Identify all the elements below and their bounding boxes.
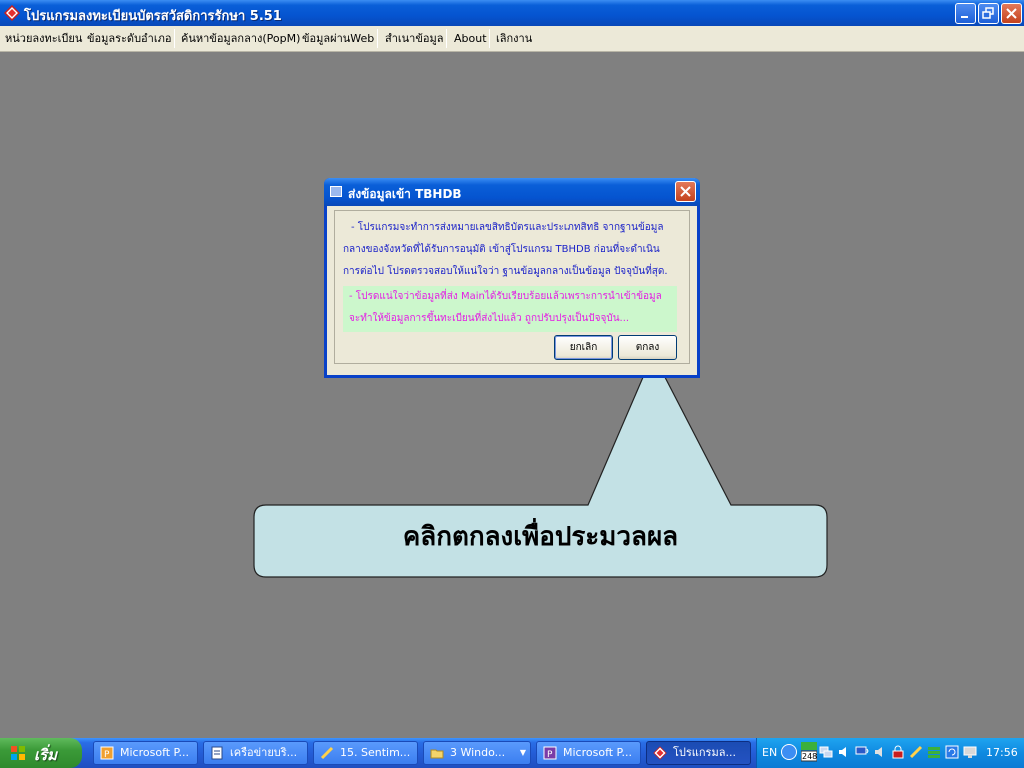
svg-text:P: P — [104, 750, 110, 760]
word-icon — [320, 746, 334, 760]
message-line: กลางของจังหวัดที่ได้รับการอนุมัติ เข้าสู… — [343, 244, 660, 255]
folder-icon — [430, 749, 444, 759]
minimize-button[interactable] — [955, 3, 976, 24]
form-icon — [330, 186, 342, 197]
warning-line: จะทำให้ข้อมูลการขึ้นทะเบียนที่ส่งไปแล้ว … — [349, 313, 630, 324]
dialog-warning: - โปรดแน่ใจว่าข้อมูลที่ส่ง Mainได้รับเรี… — [343, 286, 677, 332]
menu-registration-unit[interactable]: หน่วยลงทะเบียน — [5, 26, 82, 51]
cancel-button[interactable]: ยกเลิก — [554, 335, 613, 360]
monitor-icon[interactable] — [855, 745, 869, 759]
taskbar-item-registration-app[interactable]: โปรแกรมล... — [646, 741, 751, 765]
dialog-panel: - โปรแกรมจะทำการส่งหมายเลขสิทธิบัตรและปร… — [334, 210, 690, 364]
menu-separator — [377, 29, 378, 48]
callout-bubble — [253, 352, 828, 578]
taskbar-item-powerpoint-1[interactable]: P Microsoft P... — [93, 741, 198, 765]
powerpoint-icon: P — [543, 746, 557, 760]
chevron-down-icon: ▼ — [519, 748, 526, 757]
app-icon — [653, 746, 667, 760]
stack-icon[interactable] — [927, 745, 941, 759]
close-button[interactable] — [1001, 3, 1022, 24]
refresh-icon[interactable] — [945, 745, 959, 759]
speaker-icon[interactable] — [837, 745, 851, 759]
pen-icon[interactable] — [909, 745, 923, 759]
menu-central-search[interactable]: ค้นหาข้อมูลกลาง(PopM) — [181, 26, 300, 51]
window-titlebar[interactable]: โปรแกรมลงทะเบียนบัตรสวัสดิการรักษา 5.51 — [0, 0, 1024, 26]
powerpoint-icon: P — [100, 746, 114, 760]
menu-district-data[interactable]: ข้อมูลระดับอำเภอ — [87, 26, 171, 51]
counter-icon[interactable]: 248 — [801, 742, 817, 762]
task-label: Microsoft P... — [120, 746, 189, 759]
clock: 17:56 — [986, 746, 1018, 759]
windows-logo-icon — [11, 746, 25, 760]
menu-backup[interactable]: สำเนาข้อมูล — [385, 26, 443, 51]
dialog-close-button[interactable] — [675, 181, 696, 202]
lock-icon[interactable] — [891, 745, 905, 759]
volume-icon[interactable] — [873, 745, 887, 759]
menu-exit[interactable]: เลิกงาน — [496, 26, 532, 51]
dialog-title: ส่งข้อมูลเข้า TBHDB — [348, 187, 462, 201]
start-button[interactable]: เริ่ม — [0, 738, 82, 768]
message-line: - โปรแกรมจะทำการส่งหมายเลขสิทธิบัตรและปร… — [351, 222, 664, 233]
ok-button[interactable]: ตกลง — [618, 335, 677, 360]
taskbar-item-sentim[interactable]: 15. Sentim... — [313, 741, 418, 765]
taskbar-item-network-doc[interactable]: เครือข่ายบริ... — [203, 741, 308, 765]
warning-line: - โปรดแน่ใจว่าข้อมูลที่ส่ง Mainได้รับเรี… — [349, 291, 662, 302]
taskbar-item-powerpoint-2[interactable]: P Microsoft P... — [536, 741, 641, 765]
network-icon[interactable] — [819, 745, 833, 759]
task-label: 3 Windo... — [450, 746, 506, 759]
app-icon — [4, 5, 20, 21]
menu-about[interactable]: About — [454, 26, 487, 51]
start-label: เริ่ม — [34, 746, 58, 764]
tray-badge: 248 — [802, 752, 817, 761]
menu-bar: หน่วยลงทะเบียน ข้อมูลระดับอำเภอ ค้นหาข้อ… — [0, 26, 1024, 52]
menu-separator — [489, 29, 490, 48]
language-indicator[interactable]: EN — [762, 746, 777, 759]
chevron-left-icon[interactable] — [781, 744, 797, 760]
restore-icon — [982, 7, 994, 19]
taskbar-item-folders[interactable]: 3 Windo... ▼ — [423, 741, 531, 765]
send-tbhdb-dialog: ส่งข้อมูลเข้า TBHDB - โปรแกรมจะทำการส่งห… — [324, 178, 700, 378]
dialog-message: - โปรแกรมจะทำการส่งหมายเลขสิทธิบัตรและปร… — [343, 217, 677, 283]
task-label: 15. Sentim... — [340, 746, 411, 759]
task-label: โปรแกรมล... — [673, 746, 736, 759]
system-tray: EN 248 17:56 — [756, 738, 1024, 768]
close-icon — [1006, 8, 1017, 19]
document-icon — [211, 746, 223, 760]
restore-button[interactable] — [978, 3, 999, 24]
menu-web-data[interactable]: ข้อมูลผ่านWeb — [302, 26, 374, 51]
callout-text: คลิกตกลงเพื่อประมวลผล — [402, 522, 679, 552]
dialog-titlebar[interactable]: ส่งข้อมูลเข้า TBHDB — [324, 178, 700, 206]
taskbar: เริ่ม P Microsoft P... เครือข่ายบริ... 1… — [0, 738, 1024, 768]
minimize-icon — [961, 16, 968, 18]
close-icon — [680, 186, 691, 197]
svg-text:P: P — [547, 750, 553, 760]
menu-separator — [174, 29, 175, 48]
display-icon[interactable] — [963, 745, 977, 759]
window-title: โปรแกรมลงทะเบียนบัตรสวัสดิการรักษา 5.51 — [24, 9, 282, 24]
task-label: Microsoft P... — [563, 746, 632, 759]
menu-separator — [446, 29, 447, 48]
message-line: การต่อไป โปรดตรวจสอบให้แน่ใจว่า ฐานข้อมู… — [343, 266, 668, 277]
task-label: เครือข่ายบริ... — [230, 746, 298, 759]
